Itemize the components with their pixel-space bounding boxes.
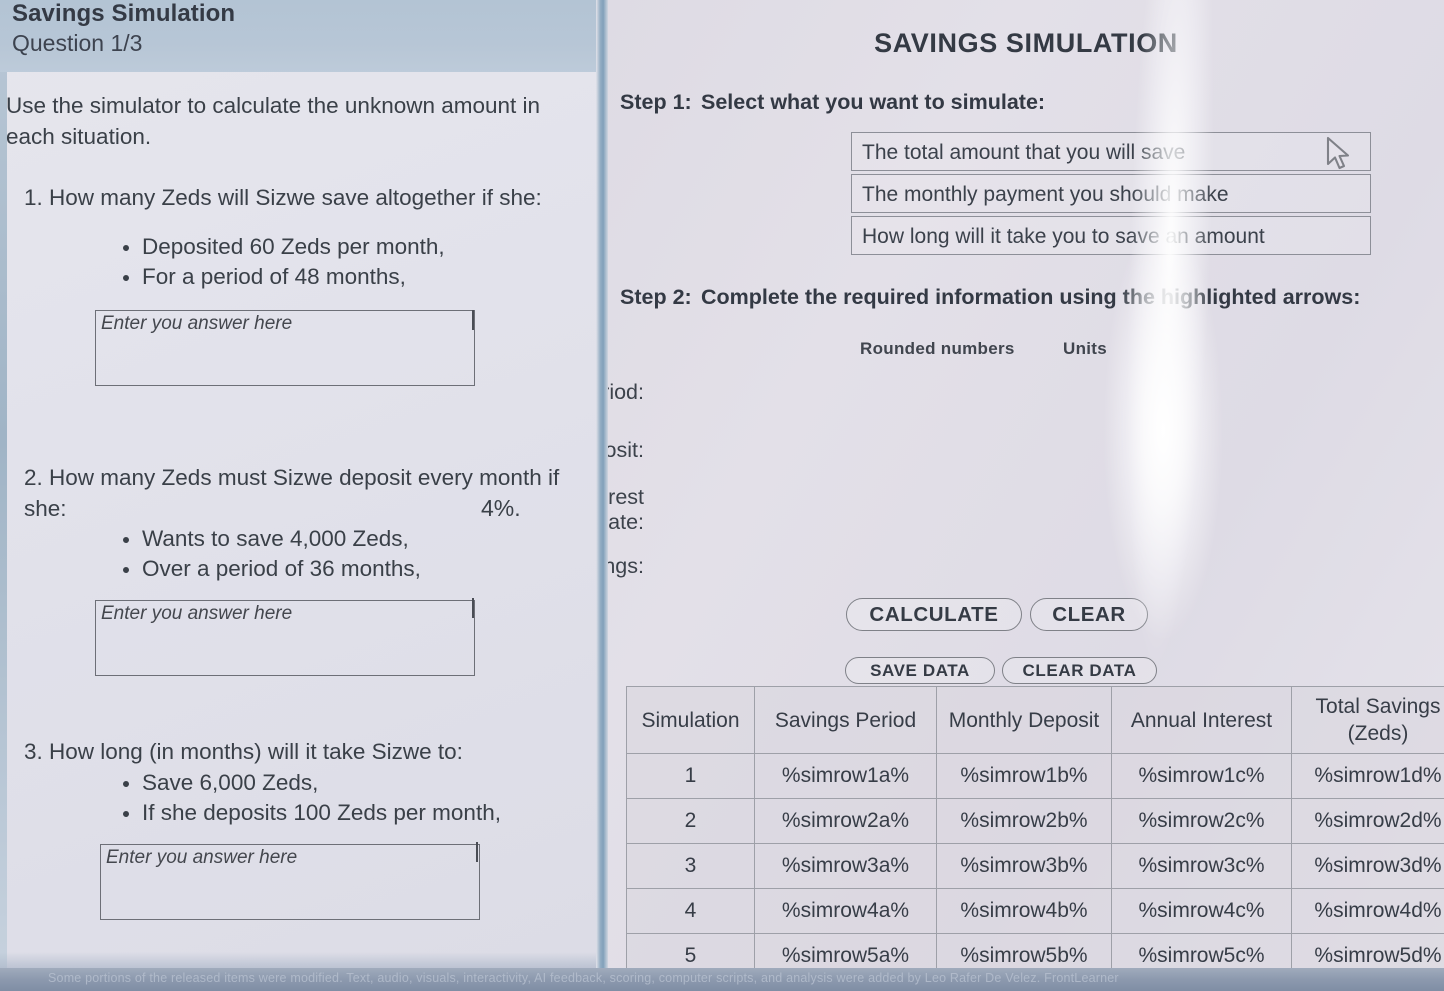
cell-annual-interest: %simrow2c% [1111, 798, 1292, 844]
answer-input-2[interactable]: Enter you answer here [95, 600, 475, 676]
column-header-rounded-numbers: Rounded numbers [860, 339, 1015, 358]
screenshot-root: Savings Simulation Question 1/3 Use the … [0, 0, 1444, 991]
table-row: 1 %simrow1a% %simrow1b% %simrow1c% %simr… [626, 753, 1444, 799]
question-panel: Savings Simulation Question 1/3 Use the … [0, 0, 596, 975]
col-header-annual-interest: Annual Interest [1111, 686, 1292, 754]
option-monthly-payment[interactable]: The monthly payment you should make [851, 174, 1371, 213]
rate-tick-1 [472, 310, 474, 330]
table-row: 4 %simrow4a% %simrow4b% %simrow4c% %simr… [626, 888, 1444, 934]
cell-savings-period: %simrow4a% [754, 888, 937, 934]
cell-monthly-deposit: %simrow2b% [936, 798, 1112, 844]
question-2-bullets: Wants to save 4,000 Zeds, Over a period … [120, 524, 590, 584]
footer-band: Some portions of the released items were… [0, 968, 1444, 991]
field-label-total-savings: Total Savings: [608, 554, 644, 578]
field-label-annual-interest-rate: Annual Interest Rate: [608, 485, 644, 534]
col-header-total-savings: Total Savings (Zeds) [1291, 686, 1444, 754]
instructions-text: Use the simulator to calculate the unkno… [6, 93, 541, 149]
clear-button[interactable]: CLEAR [1030, 598, 1148, 631]
question-3-bullets: Save 6,000 Zeds, If she deposits 100 Zed… [120, 768, 590, 828]
cell-savings-period: %simrow2a% [754, 798, 937, 844]
cell-monthly-deposit: %simrow4b% [936, 888, 1112, 934]
list-item: If she deposits 100 Zeds per month, [120, 798, 590, 828]
col-header-savings-period: Savings Period [754, 686, 937, 754]
option-how-long[interactable]: How long will it take you to save an amo… [851, 216, 1371, 255]
answer-placeholder: Enter you answer here [101, 313, 293, 334]
footer-credit-text: Some portions of the released items were… [48, 971, 1119, 985]
field-label-monthly-deposit: Monthly Deposit: [608, 438, 644, 462]
simulation-type-options: The total amount that you will save The … [851, 132, 1371, 258]
question-1-bullets: Deposited 60 Zeds per month, For a perio… [120, 232, 590, 292]
answer-placeholder: Enter you answer here [101, 603, 293, 624]
table-header-row: Simulation Savings Period Monthly Deposi… [626, 686, 1444, 754]
table-body: 1 %simrow1a% %simrow1b% %simrow1c% %simr… [626, 753, 1444, 975]
simulation-results-table: Simulation Savings Period Monthly Deposi… [626, 686, 1444, 975]
cell-total-savings: %simrow1d% [1291, 753, 1444, 799]
cell-sim-number: 4 [626, 888, 755, 934]
table-row: 2 %simrow2a% %simrow2b% %simrow2c% %simr… [626, 798, 1444, 844]
calculate-button[interactable]: CALCULATE [846, 598, 1022, 631]
col-header-monthly-deposit: Monthly Deposit [936, 686, 1112, 754]
step2-instruction: Complete the required information using … [701, 285, 1361, 309]
question-block-3: 3. How long (in months) will it take Siz… [0, 736, 596, 966]
step1-instruction: Select what you want to simulate: [701, 90, 1046, 114]
cell-annual-interest: %simrow1c% [1111, 753, 1292, 799]
question-block-2: 2. How many Zeds must Sizwe deposit ever… [0, 462, 596, 692]
question-1-stem: 1. How many Zeds will Sizwe save altoget… [24, 185, 542, 210]
rate-tick-3 [476, 842, 478, 862]
cell-annual-interest: %simrow3c% [1111, 843, 1292, 889]
step2-label: Step 2: [620, 285, 692, 309]
cell-monthly-deposit: %simrow1b% [936, 753, 1112, 799]
rate-tick-2 [472, 598, 474, 618]
column-header-units: Units [1063, 339, 1107, 358]
list-item: Wants to save 4,000 Zeds, [120, 524, 590, 554]
step1-label: Step 1: [620, 90, 692, 114]
cell-total-savings: %simrow3d% [1291, 843, 1444, 889]
cell-total-savings: %simrow2d% [1291, 798, 1444, 844]
answer-input-1[interactable]: Enter you answer here [95, 310, 475, 386]
option-total-amount[interactable]: The total amount that you will save [851, 132, 1371, 171]
list-item: Over a period of 36 months, [120, 554, 590, 584]
answer-placeholder: Enter you answer here [106, 847, 298, 868]
table-row: 3 %simrow3a% %simrow3b% %simrow3c% %simr… [626, 843, 1444, 889]
simulator-title: SAVINGS SIMULATION [874, 28, 1178, 58]
save-data-button[interactable]: SAVE DATA [845, 657, 995, 684]
screen-glare-hotspot [1098, 200, 1228, 660]
answer-input-3[interactable]: Enter you answer here [100, 844, 480, 920]
clear-data-button[interactable]: CLEAR DATA [1002, 657, 1157, 684]
question-counter: Question 1/3 [12, 30, 143, 56]
question-block-1: 1. How many Zeds will Sizwe save altoget… [0, 182, 596, 521]
question-3-stem: 3. How long (in months) will it take Siz… [24, 739, 463, 764]
cell-sim-number: 3 [626, 843, 755, 889]
field-label-savings-period: Savings Period: [608, 380, 644, 404]
cell-total-savings: %simrow4d% [1291, 888, 1444, 934]
simulator-panel: SAVINGS SIMULATION Step 1: Select what y… [608, 0, 1444, 975]
panel-divider [596, 0, 608, 991]
col-header-simulation: Simulation [626, 686, 755, 754]
list-item: Deposited 60 Zeds per month, [120, 232, 590, 262]
cell-sim-number: 2 [626, 798, 755, 844]
list-item: Save 6,000 Zeds, [120, 768, 590, 798]
page-title: Savings Simulation [12, 0, 236, 27]
cell-sim-number: 1 [626, 753, 755, 799]
cell-savings-period: %simrow3a% [754, 843, 937, 889]
cell-monthly-deposit: %simrow3b% [936, 843, 1112, 889]
question-2-stem: 2. How many Zeds must Sizwe deposit ever… [24, 465, 560, 521]
cell-savings-period: %simrow1a% [754, 753, 937, 799]
cell-annual-interest: %simrow4c% [1111, 888, 1292, 934]
screen-glare [1115, 0, 1221, 662]
list-item: For a period of 48 months, [120, 262, 590, 292]
